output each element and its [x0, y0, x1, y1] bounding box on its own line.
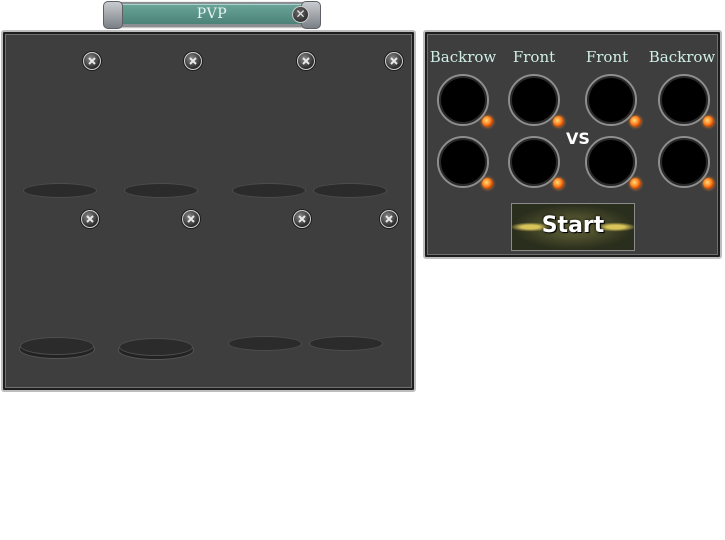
- title-tab: PVP ✕: [103, 1, 321, 29]
- unit-slot-pedestal[interactable]: [309, 336, 383, 351]
- close-icon[interactable]: ✕: [292, 6, 309, 23]
- fire-gem-icon: [482, 116, 493, 127]
- unit-slot-pedestal[interactable]: [23, 183, 97, 198]
- fire-gem-icon: [553, 178, 564, 189]
- fire-gem-icon: [630, 178, 641, 189]
- column-label-front: Front: [585, 48, 629, 66]
- unit-slot-pedestal[interactable]: [232, 183, 306, 198]
- remove-icon[interactable]: [83, 52, 101, 70]
- unit-slot-pedestal[interactable]: [313, 183, 387, 198]
- remove-icon[interactable]: [184, 52, 202, 70]
- unit-slot-pedestal[interactable]: [124, 183, 198, 198]
- fire-gem-icon: [703, 178, 714, 189]
- formation-slot[interactable]: [508, 74, 560, 126]
- column-label-front: Front: [512, 48, 556, 66]
- unit-slot-pedestal[interactable]: [20, 337, 94, 355]
- roster-panel: [1, 30, 416, 392]
- start-button[interactable]: Start: [511, 203, 635, 251]
- start-button-label: Start: [541, 213, 605, 238]
- fire-gem-icon: [553, 116, 564, 127]
- unit-slot-pedestal[interactable]: [119, 338, 193, 356]
- versus-label: VS: [566, 129, 590, 148]
- unit-slot-pedestal[interactable]: [228, 336, 302, 351]
- remove-icon[interactable]: [293, 210, 311, 228]
- fire-gem-icon: [630, 116, 641, 127]
- formation-slot[interactable]: [585, 74, 637, 126]
- remove-icon[interactable]: [385, 52, 403, 70]
- battle-formation-panel: Backrow Front Front Backrow VS Start: [423, 30, 722, 259]
- formation-slot[interactable]: [508, 136, 560, 188]
- formation-slot[interactable]: [437, 136, 489, 188]
- column-label-backrow: Backrow: [429, 48, 497, 66]
- fire-gem-icon: [482, 178, 493, 189]
- window-title: PVP: [196, 6, 228, 22]
- formation-slot[interactable]: [658, 136, 710, 188]
- remove-icon[interactable]: [297, 52, 315, 70]
- column-label-backrow: Backrow: [648, 48, 716, 66]
- fire-gem-icon: [703, 116, 714, 127]
- remove-icon[interactable]: [81, 210, 99, 228]
- remove-icon[interactable]: [380, 210, 398, 228]
- remove-icon[interactable]: [182, 210, 200, 228]
- formation-slot[interactable]: [437, 74, 489, 126]
- formation-slot[interactable]: [658, 74, 710, 126]
